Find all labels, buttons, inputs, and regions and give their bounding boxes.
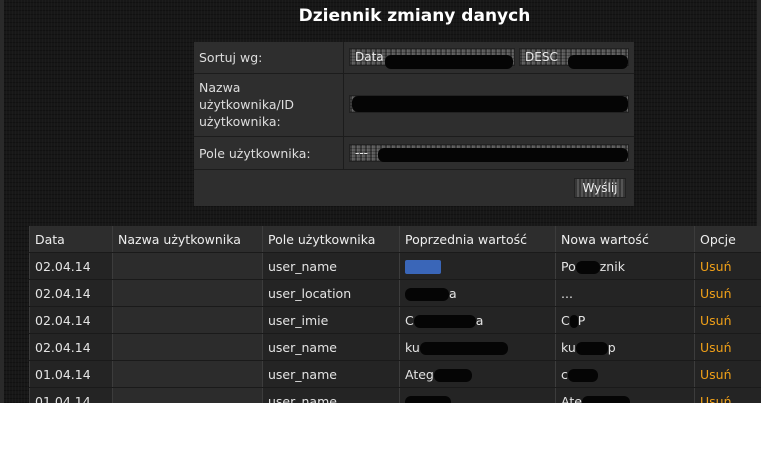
redaction-mark [352,96,628,112]
redaction-mark [419,341,508,355]
cell-date: 01.04.14 [29,387,113,403]
cell-username [112,306,263,334]
user-label: Nazwa użytkownika/ID użytkownika: [194,74,344,136]
cell-options: Usuń [694,333,761,361]
table-row: 02.04.14 user_location a ... Usuń [29,279,761,307]
table-row: 01.04.14 user_name Ate Usuń [29,387,761,404]
cell-old-value: Ateg [399,360,556,388]
old-value-text: ku [405,339,420,355]
table-row: 02.04.14 user_name Po znik Usuń [29,252,761,280]
redaction-mark [405,259,441,274]
cell-old-value: Ca [399,306,556,334]
change-log-table: Data Nazwa użytkownika Pole użytkownika … [29,226,761,403]
cell-username [112,387,263,403]
delete-link[interactable]: Usuń [700,259,732,274]
cell-new-value: c [555,360,695,388]
cell-date: 02.04.14 [29,279,113,307]
redaction-mark [575,341,608,355]
cell-date: 02.04.14 [29,252,113,280]
cell-new-value: ku p [555,333,695,361]
delete-link[interactable]: Usuń [700,286,732,301]
new-value-text: ku [561,339,576,355]
header-options: Opcje [694,226,761,253]
cell-username [112,279,263,307]
table-header-row: Data Nazwa użytkownika Pole użytkownika … [29,226,761,253]
cell-new-value: Po znik [555,252,695,280]
cell-new-value: ... [555,279,695,307]
cell-options: Usuń [694,306,761,334]
header-old-value[interactable]: Poprzednia wartość [399,226,556,253]
cell-new-value: CP [555,306,695,334]
header-new-value[interactable]: Nowa wartość [555,226,695,253]
old-value-text: C [405,312,414,328]
cell-options: Usuń [694,252,761,280]
cell-date: 01.04.14 [29,360,113,388]
sort-field-value: Data [355,50,384,64]
page-title: Dziennik zmiany danych [298,6,531,26]
header-date[interactable]: Data [29,226,113,253]
user-field-label: Pole użytkownika: [194,137,344,169]
delete-link[interactable]: Usuń [700,394,732,404]
old-value-suffix: a [449,285,457,301]
new-value-text: Po [561,258,576,274]
sort-label: Sortuj wg: [194,42,344,73]
cell-options: Usuń [694,360,761,388]
delete-link[interactable]: Usuń [700,313,732,328]
redaction-mark [378,148,628,162]
delete-link[interactable]: Usuń [700,340,732,355]
header-username[interactable]: Nazwa użytkownika [112,226,263,253]
cell-options: Usuń [694,279,761,307]
redaction-mark [581,395,630,403]
cell-user-field: user_location [262,279,400,307]
old-value-text: Ateg [405,366,434,382]
redaction-mark [413,314,476,328]
submit-button[interactable]: Wyślij [574,178,626,198]
redaction-mark [575,260,600,274]
table-row: 01.04.14 user_name Ateg c Usuń [29,360,761,388]
table-row: 02.04.14 user_imie Ca CP Usuń [29,306,761,334]
cell-old-value: ku [399,333,556,361]
redaction-mark [569,314,578,328]
delete-link[interactable]: Usuń [700,367,732,382]
user-field-value: --- [355,146,368,160]
cell-date: 02.04.14 [29,306,113,334]
new-value-suffix: P [577,312,586,328]
cell-username [112,360,263,388]
redaction-mark [433,368,472,382]
cell-username [112,252,263,280]
cell-old-value [399,252,556,280]
old-value-suffix: a [475,312,484,328]
sort-order-value: DESC [525,50,558,64]
cell-old-value: a [399,279,556,307]
new-value-suffix: znik [599,258,625,274]
cell-date: 02.04.14 [29,333,113,361]
cell-options: Usuń [694,387,761,404]
cell-new-value: Ate [555,387,695,404]
redaction-mark [568,55,628,69]
header-user-field[interactable]: Pole użytkownika [262,226,400,253]
cell-user-field: user_name [262,333,400,361]
redaction-mark [405,287,449,301]
left-frame-edge [0,0,4,403]
cell-user-field: user_name [262,387,400,403]
cell-user-field: user_name [262,252,400,280]
cell-username [112,333,263,361]
new-value-text: C [561,312,570,328]
redaction-mark [567,368,598,382]
redaction-mark [385,55,513,69]
cell-user-field: user_name [262,360,400,388]
table-row: 02.04.14 user_name ku ku p Usuń [29,333,761,361]
screenshot-area: Dziennik zmiany danych Sortuj wg: Data D… [0,0,761,403]
new-value-suffix: p [607,339,616,355]
new-value-text: c [561,366,568,382]
redaction-mark [405,395,451,403]
cell-user-field: user_imie [262,306,400,334]
cell-old-value [399,387,556,403]
new-value-text: Ate [561,393,582,404]
